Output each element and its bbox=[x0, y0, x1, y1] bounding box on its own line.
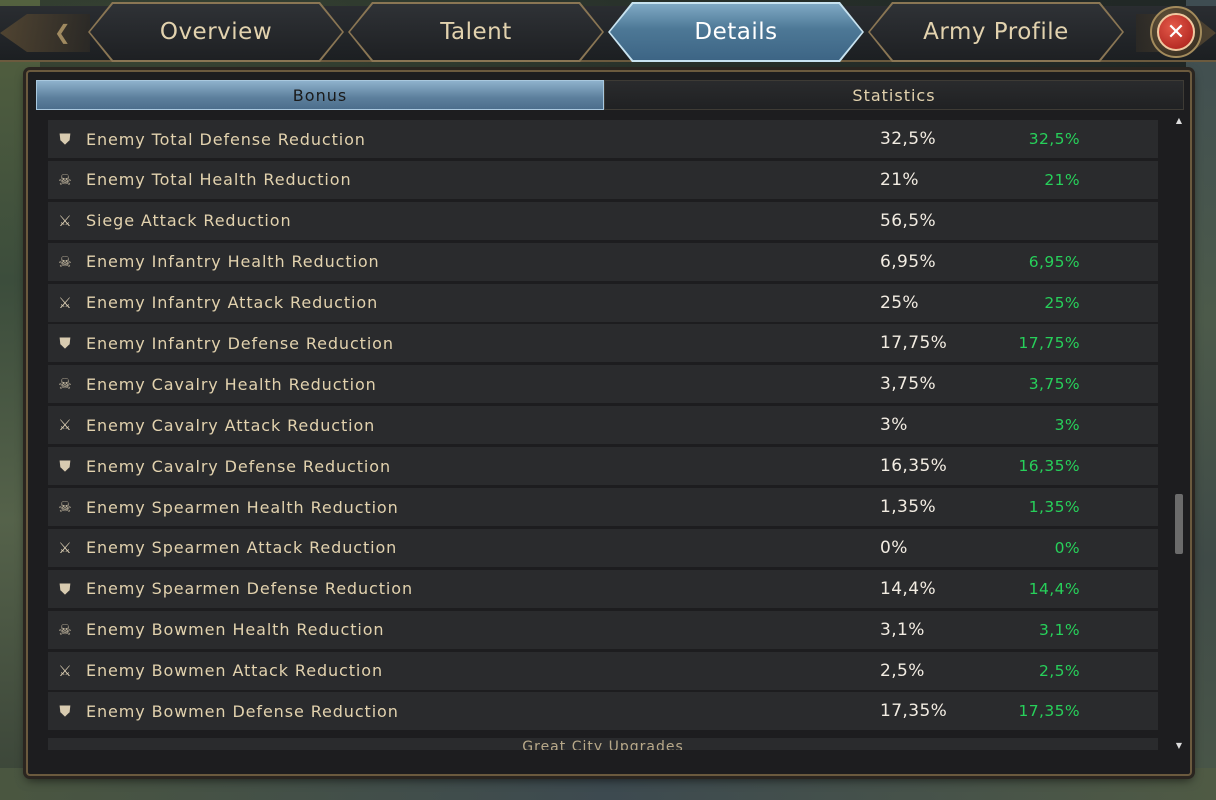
list-item: ☠ Enemy Total Health Reduction 21% 21% bbox=[48, 160, 1158, 199]
list-item: ☠ Enemy Infantry Health Reduction 6,95% 6,9… bbox=[48, 242, 1158, 281]
bonus-active-value: 3,75% bbox=[1028, 375, 1080, 394]
bonus-active-value: 6,95% bbox=[1028, 252, 1080, 271]
bonus-name: Enemy Infantry Defense Reduction bbox=[86, 333, 394, 353]
subtab-label: Bonus bbox=[292, 85, 348, 105]
bonus-name: Enemy Infantry Health Reduction bbox=[86, 252, 380, 272]
header-bar: ❮ Overview Talent Details Army Profile ✕ bbox=[0, 0, 1216, 66]
list-item: ⛊ Enemy Cavalry Defense Reduction 16,35% 16… bbox=[48, 447, 1158, 486]
scrollbar[interactable]: ▲ ▼ bbox=[1174, 116, 1184, 750]
tab-talent[interactable]: Talent bbox=[348, 2, 604, 62]
bonus-value: 16,35% bbox=[880, 456, 948, 477]
list-item: ⚔ Siege Attack Reduction 56,5% bbox=[48, 201, 1158, 240]
bonus-value: 3% bbox=[880, 415, 908, 436]
bonus-name: Enemy Spearmen Attack Reduction bbox=[86, 538, 398, 558]
bonus-name: Enemy Bowmen Health Reduction bbox=[86, 620, 385, 640]
tab-overview[interactable]: Overview bbox=[88, 2, 344, 62]
bonus-active-value: 16,35% bbox=[1018, 457, 1080, 476]
section-header-great-city-upgrades[interactable]: Great City Upgrades bbox=[48, 738, 1158, 750]
tab-label: Talent bbox=[440, 19, 512, 45]
scroll-thumb[interactable] bbox=[1175, 494, 1183, 554]
subtab-bar: Bonus Statistics bbox=[36, 80, 1184, 110]
back-arrow-icon: ❮ bbox=[54, 20, 71, 44]
bonus-name: Enemy Bowmen Attack Reduction bbox=[86, 661, 383, 681]
sword-icon: ⚔ bbox=[58, 661, 72, 680]
subtab-label: Statistics bbox=[852, 85, 936, 105]
tab-details[interactable]: Details bbox=[608, 2, 864, 62]
bonus-value: 56,5% bbox=[880, 210, 937, 231]
shield-icon: ⛊ bbox=[59, 334, 71, 353]
bonus-name: Enemy Cavalry Health Reduction bbox=[86, 374, 377, 394]
bonus-name: Siege Attack Reduction bbox=[86, 211, 292, 231]
bonus-name: Enemy Cavalry Attack Reduction bbox=[86, 415, 376, 435]
skull-icon: ☠ bbox=[58, 620, 72, 639]
bonus-name: Enemy Cavalry Defense Reduction bbox=[86, 456, 391, 476]
bonus-active-value: 32,5% bbox=[1028, 130, 1080, 148]
bonus-active-value: 0% bbox=[1054, 538, 1080, 557]
list-item: ⚔ Enemy Infantry Attack Reduction 25% 25% bbox=[48, 283, 1158, 322]
bonus-value: 14,4% bbox=[880, 578, 937, 599]
subtab-bonus[interactable]: Bonus bbox=[36, 80, 604, 110]
bonus-active-value: 21% bbox=[1044, 170, 1080, 189]
bonus-active-value: 14,4% bbox=[1028, 579, 1080, 598]
sword-icon: ⚔ bbox=[58, 538, 72, 557]
bonus-value: 3,1% bbox=[880, 619, 925, 640]
shield-icon: ⛊ bbox=[59, 130, 71, 148]
skull-icon: ☠ bbox=[58, 498, 72, 517]
bonus-value: 2,5% bbox=[880, 660, 925, 681]
bonus-value: 17,35% bbox=[880, 701, 948, 722]
section-header-label: Great City Upgrades bbox=[522, 739, 684, 750]
bonus-name: Enemy Total Defense Reduction bbox=[86, 129, 366, 149]
scroll-down-icon[interactable]: ▼ bbox=[1174, 741, 1184, 750]
tab-label: Details bbox=[694, 19, 778, 45]
list-item: ⚔ Enemy Cavalry Attack Reduction 3% 3% bbox=[48, 406, 1158, 445]
list-item: ⚔ Enemy Bowmen Attack Reduction 2,5% 2,5% bbox=[48, 651, 1158, 690]
close-button[interactable]: ✕ bbox=[1150, 6, 1202, 58]
bonus-name: Enemy Bowmen Defense Reduction bbox=[86, 701, 399, 721]
list-item: ⛊ Enemy Spearmen Defense Reduction 14,4% 14… bbox=[48, 569, 1158, 608]
list-item: ⚔ Enemy Spearmen Attack Reduction 0% 0% bbox=[48, 528, 1158, 567]
bonus-active-value: 2,5% bbox=[1039, 661, 1080, 680]
shield-icon: ⛊ bbox=[59, 457, 71, 476]
bonus-value: 17,75% bbox=[880, 333, 948, 354]
list-item: ⛊ Enemy Total Defense Reduction 32,5% 32,5% bbox=[48, 120, 1158, 158]
list-item: ⛊ Enemy Infantry Defense Reduction 17,75% 1… bbox=[48, 324, 1158, 363]
tab-label: Army Profile bbox=[923, 19, 1069, 45]
list-item: ☠ Enemy Bowmen Health Reduction 3,1% 3,1% bbox=[48, 610, 1158, 649]
skull-icon: ☠ bbox=[58, 170, 72, 189]
bonus-value: 32,5% bbox=[880, 129, 937, 149]
bonus-active-value: 3% bbox=[1054, 416, 1080, 435]
bonus-name: Enemy Spearmen Health Reduction bbox=[86, 497, 399, 517]
bonus-list: ⛊ Enemy Total Defense Reduction 32,5% 32,5%… bbox=[48, 120, 1158, 742]
shield-icon: ⛊ bbox=[59, 579, 71, 598]
skull-icon: ☠ bbox=[58, 252, 72, 271]
skull-icon: ☠ bbox=[58, 375, 72, 394]
tab-label: Overview bbox=[159, 19, 273, 45]
scroll-up-icon[interactable]: ▲ bbox=[1174, 116, 1184, 125]
tab-army-profile[interactable]: Army Profile bbox=[868, 2, 1124, 62]
bonus-value: 6,95% bbox=[880, 251, 937, 272]
subtab-statistics[interactable]: Statistics bbox=[604, 80, 1184, 110]
bonus-active-value: 3,1% bbox=[1039, 620, 1080, 639]
list-item: ☠ Enemy Cavalry Health Reduction 3,75% 3,75… bbox=[48, 365, 1158, 404]
bonus-value: 0% bbox=[880, 537, 908, 558]
bonus-active-value: 17,75% bbox=[1018, 334, 1080, 353]
bonus-active-value: 1,35% bbox=[1028, 498, 1080, 517]
bonus-name: Enemy Infantry Attack Reduction bbox=[86, 293, 379, 313]
bonus-name: Enemy Spearmen Defense Reduction bbox=[86, 579, 413, 599]
catapult-icon: ⚔ bbox=[58, 211, 72, 230]
bonus-active-value: 25% bbox=[1044, 293, 1080, 312]
shield-icon: ⛊ bbox=[59, 702, 71, 721]
sword-icon: ⚔ bbox=[58, 416, 72, 435]
sword-icon: ⚔ bbox=[58, 293, 72, 312]
close-icon: ✕ bbox=[1157, 13, 1195, 51]
bonus-active-value: 17,35% bbox=[1018, 702, 1080, 721]
details-panel: Bonus Statistics ⛊ Enemy Total Defense Re… bbox=[26, 70, 1192, 776]
bonus-value: 3,75% bbox=[880, 374, 937, 395]
bonus-value: 25% bbox=[880, 292, 919, 313]
list-item: ☠ Enemy Spearmen Health Reduction 1,35% 1,3… bbox=[48, 488, 1158, 527]
bonus-value: 1,35% bbox=[880, 497, 937, 518]
bonus-name: Enemy Total Health Reduction bbox=[86, 170, 352, 190]
list-item: ⛊ Enemy Bowmen Defense Reduction 17,35% 17,… bbox=[48, 692, 1158, 731]
bonus-value: 21% bbox=[880, 169, 919, 190]
